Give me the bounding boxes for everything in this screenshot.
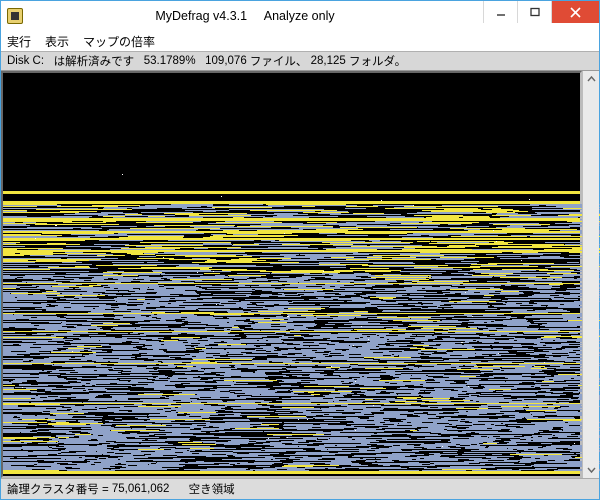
- disk-label: Disk C:: [7, 55, 44, 67]
- disk-status: は解析済みです: [54, 53, 135, 69]
- menubar: 実行 表示 マップの倍率: [1, 31, 599, 51]
- folders-label: フォルダ。: [349, 53, 406, 69]
- chevron-up-icon: [587, 75, 596, 84]
- minimize-icon: [496, 7, 506, 17]
- cluster-value: 75,061,062: [112, 483, 170, 495]
- files-count: 109,076: [205, 55, 247, 67]
- maximize-icon: [530, 7, 540, 17]
- free-space-label: 空き領域: [189, 481, 235, 497]
- title-buttons: [483, 1, 599, 23]
- disk-info-bar: Disk C: は解析済みです 53.1789% 109,076 ファイル、 2…: [1, 51, 599, 71]
- titlebar[interactable]: MyDefrag v4.3.1 Analyze only: [1, 1, 599, 31]
- window-title: MyDefrag v4.3.1 Analyze only: [1, 9, 489, 23]
- disk-map[interactable]: [1, 71, 582, 478]
- files-label: ファイル、: [250, 53, 308, 69]
- disk-map-canvas: [3, 73, 580, 476]
- scroll-down-button[interactable]: [583, 461, 599, 478]
- app-window: MyDefrag v4.3.1 Analyze only 実行 表示 マップの倍…: [0, 0, 600, 500]
- cluster-label: 論理クラスタ番号 =: [7, 481, 109, 497]
- close-icon: [570, 7, 581, 18]
- scroll-up-button[interactable]: [583, 71, 599, 88]
- close-button[interactable]: [551, 1, 599, 23]
- folders-count: 28,125: [311, 55, 346, 67]
- client-area: [1, 71, 599, 478]
- vertical-scrollbar[interactable]: [582, 71, 599, 478]
- chevron-down-icon: [587, 465, 596, 474]
- disk-percent: 53.1789%: [144, 55, 196, 67]
- menu-view[interactable]: 表示: [45, 33, 69, 50]
- menu-zoom[interactable]: マップの倍率: [83, 33, 155, 50]
- statusbar: 論理クラスタ番号 = 75,061,062 空き領域: [1, 478, 599, 499]
- menu-run[interactable]: 実行: [7, 33, 31, 50]
- maximize-button[interactable]: [517, 1, 551, 23]
